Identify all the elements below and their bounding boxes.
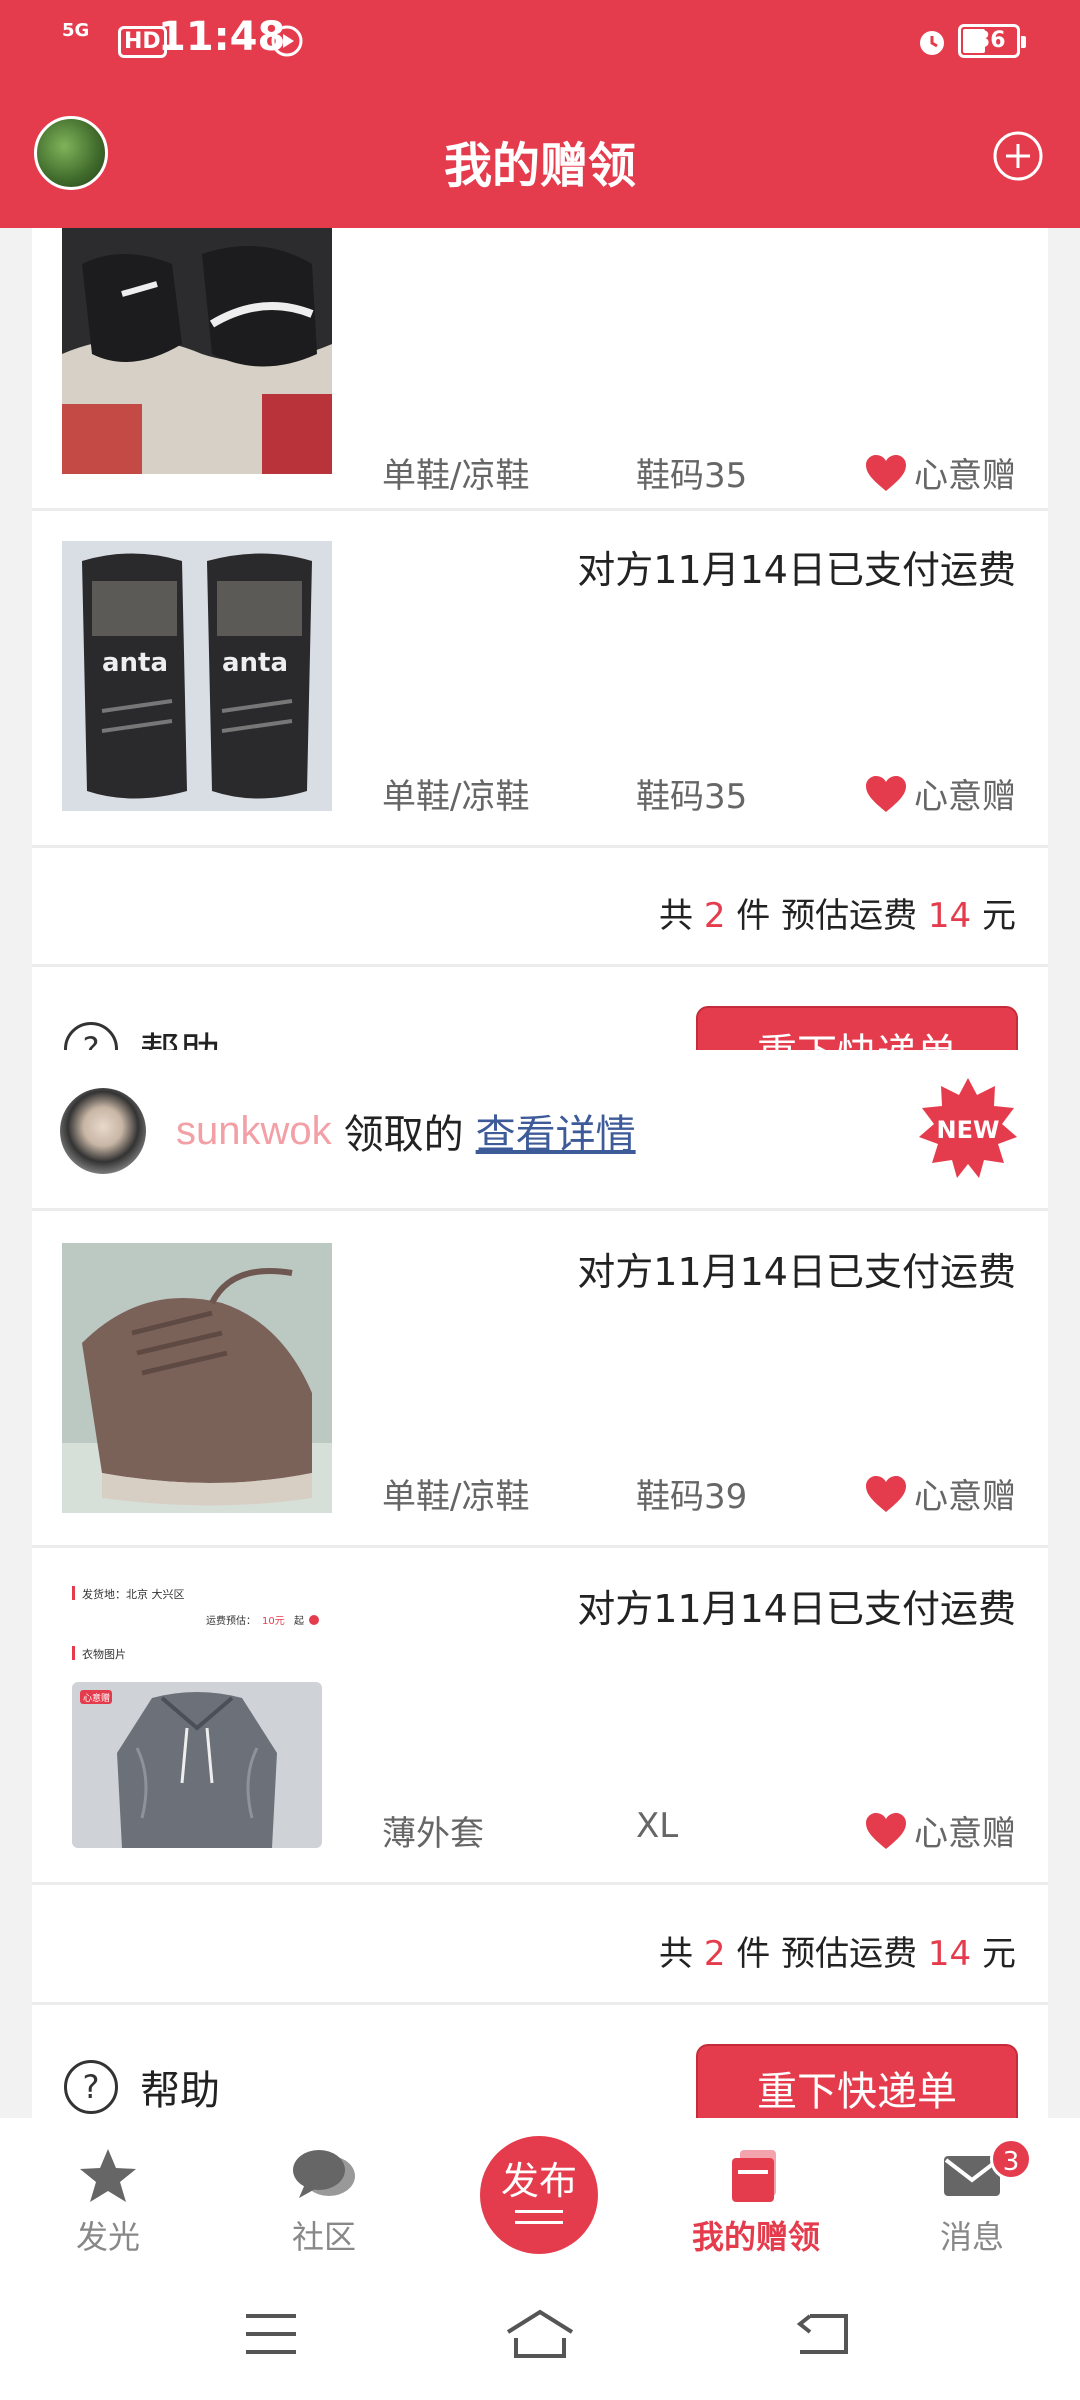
gift-tag-label: 心意赠 bbox=[914, 1477, 1016, 1517]
status-bar: 5G HD 11:48 36 bbox=[0, 0, 1080, 84]
star-icon bbox=[80, 2149, 136, 2202]
item-row[interactable]: 单鞋/凉鞋 鞋码35 心意赠 bbox=[32, 228, 1048, 504]
resend-waybill-button[interactable]: 重下快递单 bbox=[696, 2044, 1018, 2118]
gift-tag-label: 心意赠 bbox=[914, 1814, 1016, 1854]
help-label: 帮助 bbox=[140, 2068, 220, 2114]
item-thumbnail[interactable]: anta anta bbox=[62, 541, 332, 811]
nav-item-my-gifts[interactable]: 我的赠领 bbox=[676, 2146, 836, 2258]
nav-item-messages[interactable]: 3 消息 bbox=[892, 2138, 1052, 2258]
listing-fee-suffix: 起 bbox=[294, 1615, 304, 1627]
shipping-fee: 14 bbox=[927, 896, 972, 936]
claimer-header: sunkwok 领取的 查看详情 bbox=[60, 1088, 636, 1174]
app-header: 5G HD 11:48 36 我的赠领 bbox=[0, 0, 1080, 228]
network-indicator: 5G bbox=[62, 20, 90, 41]
alarm-icon bbox=[920, 31, 944, 55]
heart-icon bbox=[866, 1812, 906, 1849]
gift-tag: 心意赠 bbox=[864, 1806, 1016, 1855]
new-badge-icon: NEW bbox=[919, 1078, 1017, 1178]
divider bbox=[32, 964, 1048, 967]
view-details-link[interactable]: 查看详情 bbox=[476, 1102, 636, 1160]
item-thumbnail[interactable]: 发货地：北京 大兴区 运费预估： 10元 起 衣物图片 心意赠 bbox=[62, 1578, 332, 1848]
order-summary: 共 2 件 预估运费 14 元 bbox=[659, 896, 1016, 936]
bottom-nav: 发光 社区 发布 我的赠领 3 消息 bbox=[0, 2118, 1080, 2268]
divider bbox=[32, 845, 1048, 848]
order-card: sunkwok 领取的 查看详情 NEW 对方11月14日已支付运费 单鞋/凉鞋… bbox=[32, 1050, 1048, 2118]
add-icon[interactable] bbox=[992, 130, 1044, 182]
divider bbox=[32, 1882, 1048, 1885]
item-size: XL bbox=[636, 1806, 679, 1846]
nav-item-glow[interactable]: 发光 bbox=[28, 2146, 188, 2258]
listing-stamp: 心意赠 bbox=[83, 1692, 110, 1704]
black-anta-shoes-image: anta anta bbox=[62, 541, 332, 811]
item-size: 鞋码35 bbox=[636, 456, 748, 496]
item-status: 对方11月14日已支付运费 bbox=[577, 548, 1016, 592]
nav-label: 社区 bbox=[291, 2218, 356, 2256]
gift-tag-label: 心意赠 bbox=[914, 456, 1016, 496]
item-row[interactable]: 对方11月14日已支付运费 单鞋/凉鞋 鞋码39 心意赠 bbox=[32, 1211, 1048, 1545]
item-thumbnail[interactable] bbox=[62, 228, 332, 474]
heart-icon bbox=[866, 1475, 906, 1512]
item-row[interactable]: 对方11月14日已支付运费 anta anta 单鞋/凉鞋 鞋码35 心意赠 bbox=[32, 511, 1048, 845]
gift-tag: 心意赠 bbox=[864, 769, 1016, 818]
status-time: 11:48 bbox=[158, 14, 286, 60]
svg-text:anta: anta bbox=[102, 648, 168, 678]
item-thumbnail[interactable] bbox=[62, 1243, 332, 1513]
publish-button[interactable]: 发布 bbox=[480, 2136, 598, 2254]
chat-bubbles-icon bbox=[293, 2150, 355, 2198]
item-count: 2 bbox=[703, 1934, 726, 1974]
gift-box-icon bbox=[732, 2150, 776, 2202]
nav-label: 发光 bbox=[75, 2218, 140, 2256]
back-icon[interactable] bbox=[796, 2312, 850, 2356]
nav-label: 消息 bbox=[939, 2218, 1004, 2256]
home-icon[interactable] bbox=[504, 2308, 576, 2360]
svg-text:anta: anta bbox=[222, 648, 288, 678]
unread-badge: 3 bbox=[990, 2138, 1032, 2180]
listing-origin: 发货地：北京 大兴区 bbox=[82, 1587, 185, 1601]
heart-icon bbox=[866, 775, 906, 812]
listing-photos-label: 衣物图片 bbox=[82, 1647, 126, 1661]
black-nike-shoes-image bbox=[62, 228, 332, 474]
item-category: 单鞋/凉鞋 bbox=[382, 777, 530, 817]
item-size: 鞋码39 bbox=[636, 1477, 748, 1517]
listing-fee-value: 10元 bbox=[262, 1616, 285, 1627]
shipping-fee: 14 bbox=[927, 1934, 972, 1974]
play-icon bbox=[271, 25, 303, 57]
gift-tag: 心意赠 bbox=[864, 448, 1016, 497]
item-status: 对方11月14日已支付运费 bbox=[577, 1587, 1016, 1631]
battery-indicator: 36 bbox=[958, 24, 1026, 58]
menu-icon[interactable] bbox=[244, 2312, 298, 2356]
item-count: 2 bbox=[703, 896, 726, 936]
question-icon: ? bbox=[64, 2060, 118, 2114]
help-link[interactable]: ? 帮助 bbox=[64, 2058, 220, 2116]
brown-knit-shoes-image bbox=[62, 1243, 332, 1513]
new-badge-label: NEW bbox=[937, 1116, 1000, 1144]
nav-label: 我的赠领 bbox=[691, 2218, 820, 2256]
heart-icon bbox=[866, 454, 906, 491]
claimer-text: 领取的 bbox=[343, 1112, 464, 1158]
order-summary: 共 2 件 预估运费 14 元 bbox=[659, 1934, 1016, 1974]
item-size: 鞋码35 bbox=[636, 777, 748, 817]
claimer-name[interactable]: sunkwok bbox=[176, 1109, 332, 1154]
order-list[interactable]: 单鞋/凉鞋 鞋码35 心意赠 对方11月14日已支付运费 anta anta 单… bbox=[0, 228, 1080, 2118]
nav-item-community[interactable]: 社区 bbox=[244, 2146, 404, 2258]
grey-jacket-listing-image: 发货地：北京 大兴区 运费预估： 10元 起 衣物图片 心意赠 bbox=[62, 1578, 332, 1848]
item-category: 薄外套 bbox=[382, 1814, 484, 1854]
listing-fee: 运费预估： bbox=[206, 1614, 256, 1627]
publish-label: 发布 bbox=[500, 2159, 577, 2203]
claimer-avatar[interactable] bbox=[60, 1088, 146, 1174]
battery-level: 36 bbox=[975, 28, 1006, 53]
system-nav-bar bbox=[0, 2268, 1080, 2400]
item-category: 单鞋/凉鞋 bbox=[382, 456, 530, 496]
divider bbox=[32, 2002, 1048, 2005]
gift-tag-label: 心意赠 bbox=[914, 777, 1016, 817]
gift-tag: 心意赠 bbox=[864, 1469, 1016, 1518]
page-title: 我的赠领 bbox=[443, 138, 636, 194]
item-row[interactable]: 对方11月14日已支付运费 发货地：北京 大兴区 运费预估： 10元 起 衣物图… bbox=[32, 1548, 1048, 1882]
item-category: 单鞋/凉鞋 bbox=[382, 1477, 530, 1517]
item-status: 对方11月14日已支付运费 bbox=[577, 1250, 1016, 1294]
